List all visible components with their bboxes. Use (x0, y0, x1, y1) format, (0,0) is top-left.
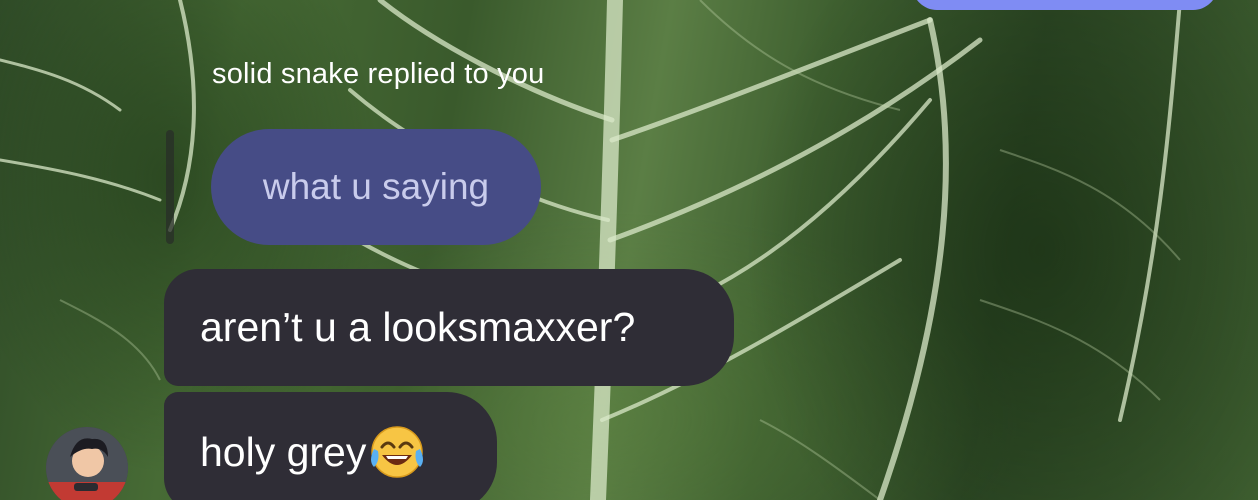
incoming-message-bubble[interactable]: aren’t u a looksmaxxer? (164, 269, 734, 386)
reply-header: solid snake replied to you (212, 58, 545, 90)
message-text: holy grey (200, 428, 367, 475)
quoted-message-text: what u saying (262, 166, 490, 207)
outgoing-message-bubble[interactable] (912, 0, 1218, 10)
sender-avatar[interactable] (46, 427, 128, 500)
message-text: aren’t u a looksmaxxer? (200, 304, 636, 350)
face-with-tears-of-joy-icon (368, 425, 426, 479)
incoming-message-bubble[interactable]: holy grey (164, 392, 497, 500)
quoted-message-bubble[interactable]: what u saying (211, 129, 541, 245)
reply-indicator-bar (166, 130, 174, 244)
